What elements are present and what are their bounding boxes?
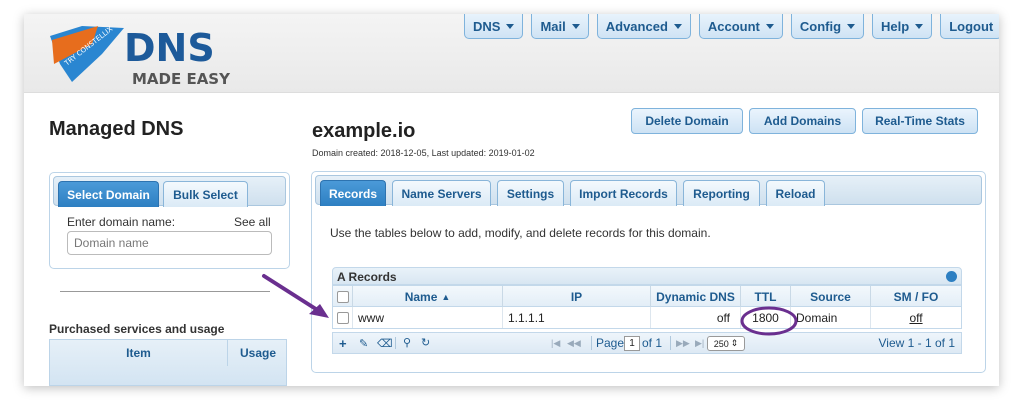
col-name-label: Name <box>404 289 438 304</box>
domain-title: example.io <box>312 120 416 142</box>
logout-button[interactable]: Logout <box>940 14 999 39</box>
services-table-header: Item Usage <box>49 339 287 386</box>
view-count: View 1 - 1 of 1 <box>878 336 956 350</box>
delete-domain-button[interactable]: Delete Domain <box>631 108 743 134</box>
real-time-stats-button[interactable]: Real-Time Stats <box>862 108 978 134</box>
search-icon[interactable]: ⚲ <box>403 336 411 349</box>
logo-sub-text: MADE EASY <box>132 70 231 88</box>
rows-per-page-value: 250 <box>713 338 729 349</box>
nav-label: Help <box>881 18 910 34</box>
refresh-icon[interactable]: ↻ <box>421 336 430 349</box>
pager-divider <box>591 336 592 350</box>
nav-label: Mail <box>540 18 566 34</box>
table-row[interactable]: www 1.1.1.1 off 1800 Domain off <box>332 307 962 329</box>
col-name[interactable]: Name ▲ <box>353 286 503 307</box>
nav-help-menu[interactable]: Help <box>872 14 933 39</box>
tab-select-domain[interactable]: Select Domain <box>58 181 159 207</box>
select-all-cell <box>333 286 353 307</box>
tab-import-records[interactable]: Import Records <box>570 180 677 206</box>
services-title: Purchased services and usage <box>49 322 225 336</box>
cell-name[interactable]: www <box>353 307 503 328</box>
col-dynamic-dns[interactable]: Dynamic DNS <box>651 286 741 307</box>
collapse-icon[interactable] <box>946 271 957 282</box>
nav-dns-menu[interactable]: DNS <box>464 14 524 39</box>
records-intro-text: Use the tables below to add, modify, and… <box>330 226 711 240</box>
domain-select-tabbar: Select Domain Bulk Select <box>53 176 286 207</box>
tab-reporting[interactable]: Reporting <box>683 180 760 206</box>
chevron-down-icon <box>915 23 924 29</box>
page-count: of 1 <box>642 336 663 350</box>
dns-made-easy-logo[interactable]: TRY CONSTELLIX DNS MADE EASY <box>42 18 282 88</box>
managed-dns-title: Managed DNS <box>49 118 184 140</box>
nav-label: Config <box>799 18 842 34</box>
prev-page-icon[interactable]: ◀◀ <box>567 338 581 349</box>
main-nav: DNS Mail Advanced Account Config Help Lo… <box>464 14 999 39</box>
first-page-icon[interactable]: |◀ <box>551 338 560 349</box>
chevron-down-icon <box>765 23 774 29</box>
row-select-cell <box>333 307 353 328</box>
pager-divider <box>670 336 671 350</box>
add-icon[interactable]: + <box>339 336 347 351</box>
tab-settings[interactable]: Settings <box>497 180 564 206</box>
page-number-input[interactable]: 1 <box>624 336 640 351</box>
app-window: TRY CONSTELLIX DNS MADE EASY DNS Mail Ad… <box>24 14 999 386</box>
chevron-down-icon <box>673 23 682 29</box>
nav-label: Logout <box>949 18 994 34</box>
nav-label: Account <box>707 18 760 34</box>
top-header: TRY CONSTELLIX DNS MADE EASY DNS Mail Ad… <box>24 14 999 93</box>
sort-icon: ▲ <box>441 291 451 302</box>
cell-sm-fo[interactable]: off <box>871 307 961 328</box>
divider <box>60 291 270 292</box>
col-source[interactable]: Source <box>791 286 871 307</box>
a-records-header-row: Name ▲ IP Dynamic DNS TTL Source SM / FO <box>332 285 962 307</box>
nav-label: DNS <box>473 18 501 34</box>
services-col-usage[interactable]: Usage <box>228 340 288 366</box>
nav-advanced-menu[interactable]: Advanced <box>596 14 691 39</box>
chevron-down-icon <box>847 23 856 29</box>
next-page-icon[interactable]: ▶▶ <box>676 338 690 349</box>
col-sm-fo[interactable]: SM / FO <box>871 286 961 307</box>
cell-ttl[interactable]: 1800 <box>741 307 791 328</box>
row-checkbox[interactable] <box>336 311 349 324</box>
select-all-checkbox[interactable] <box>336 290 349 303</box>
tab-reload[interactable]: Reload <box>766 180 825 206</box>
chevron-down-icon <box>506 23 515 29</box>
nav-label: Advanced <box>605 18 668 34</box>
pager-divider <box>395 337 396 349</box>
tab-records[interactable]: Records <box>320 180 386 206</box>
nav-account-menu[interactable]: Account <box>698 14 783 39</box>
col-ttl[interactable]: TTL <box>741 286 791 307</box>
edit-icon[interactable]: ✎ <box>359 337 368 350</box>
nav-mail-menu[interactable]: Mail <box>531 14 589 39</box>
records-tabbar: Records Name Servers Settings Import Rec… <box>315 175 982 206</box>
nav-config-menu[interactable]: Config <box>790 14 865 39</box>
domain-name-input[interactable]: Domain name <box>67 231 272 255</box>
tab-name-servers[interactable]: Name Servers <box>392 180 491 206</box>
a-records-titlebar: A Records <box>332 267 962 285</box>
select-arrows-icon: ⇕ <box>730 338 739 348</box>
domain-name-label: Enter domain name: <box>67 215 176 229</box>
see-all-link[interactable]: See all <box>234 215 271 229</box>
domain-meta: Domain created: 2018-12-05, Last updated… <box>312 148 535 158</box>
cell-ip[interactable]: 1.1.1.1 <box>503 307 651 328</box>
domain-select-panel: Select Domain Bulk Select Enter domain n… <box>49 172 290 269</box>
logo-main-text: DNS <box>124 26 215 70</box>
cell-dynamic-dns[interactable]: off <box>651 307 741 328</box>
tab-bulk-select[interactable]: Bulk Select <box>163 181 248 207</box>
rows-per-page-select[interactable]: 250 ⇕ <box>707 336 745 351</box>
add-domains-button[interactable]: Add Domains <box>749 108 856 134</box>
grid-pager: + ✎ ⌫ ⚲ ↻ |◀ ◀◀ Page 1 of 1 ▶▶ ▶| 250 ⇕ V… <box>332 332 962 354</box>
trash-icon[interactable]: ⌫ <box>377 337 393 350</box>
cell-source[interactable]: Domain <box>791 307 871 328</box>
last-page-icon[interactable]: ▶| <box>695 338 704 349</box>
page-label: Page <box>596 336 625 350</box>
services-col-item[interactable]: Item <box>50 340 228 366</box>
chevron-down-icon <box>571 23 580 29</box>
a-records-title: A Records <box>337 270 397 284</box>
col-ip[interactable]: IP <box>503 286 651 307</box>
